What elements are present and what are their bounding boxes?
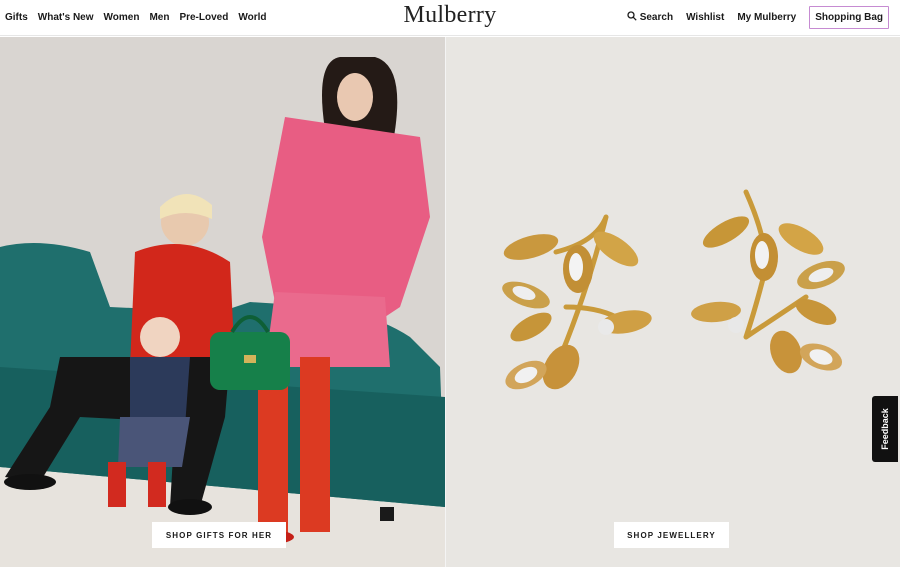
feedback-tab[interactable]: Feedback xyxy=(872,396,898,462)
search-icon xyxy=(627,11,637,24)
feedback-label: Feedback xyxy=(880,408,890,450)
main-nav: Gifts What's New Women Men Pre-Loved Wor… xyxy=(0,12,267,23)
shop-jewellery-button[interactable]: SHOP JEWELLERY xyxy=(614,522,729,548)
site-header: Gifts What's New Women Men Pre-Loved Wor… xyxy=(0,0,900,36)
mulberry-logo[interactable]: Mulberry xyxy=(403,2,496,29)
nav-item-whats-new[interactable]: What's New xyxy=(38,12,94,23)
utility-nav: Search Wishlist My Mulberry Shopping Bag xyxy=(627,6,900,29)
wishlist-link[interactable]: Wishlist xyxy=(686,12,724,23)
gifts-for-her-tile[interactable]: SHOP GIFTS FOR HER xyxy=(0,37,445,567)
search-button[interactable]: Search xyxy=(627,11,673,24)
hero-banner: SHOP GIFTS FOR HER SHOP JEWELLERY xyxy=(0,37,900,567)
jewellery-tile[interactable]: SHOP JEWELLERY xyxy=(445,37,900,567)
nav-item-men[interactable]: Men xyxy=(149,12,169,23)
nav-item-pre-loved[interactable]: Pre-Loved xyxy=(179,12,228,23)
campaign-photo-image xyxy=(0,37,445,567)
my-mulberry-link[interactable]: My Mulberry xyxy=(737,12,796,23)
shop-gifts-for-her-button[interactable]: SHOP GIFTS FOR HER xyxy=(152,522,286,548)
shopping-bag-link[interactable]: Shopping Bag xyxy=(809,6,889,29)
nav-item-women[interactable]: Women xyxy=(104,12,140,23)
search-label: Search xyxy=(639,12,674,23)
earrings-photo-image xyxy=(446,37,900,567)
nav-item-gifts[interactable]: Gifts xyxy=(5,12,28,23)
nav-item-world[interactable]: World xyxy=(238,12,266,23)
